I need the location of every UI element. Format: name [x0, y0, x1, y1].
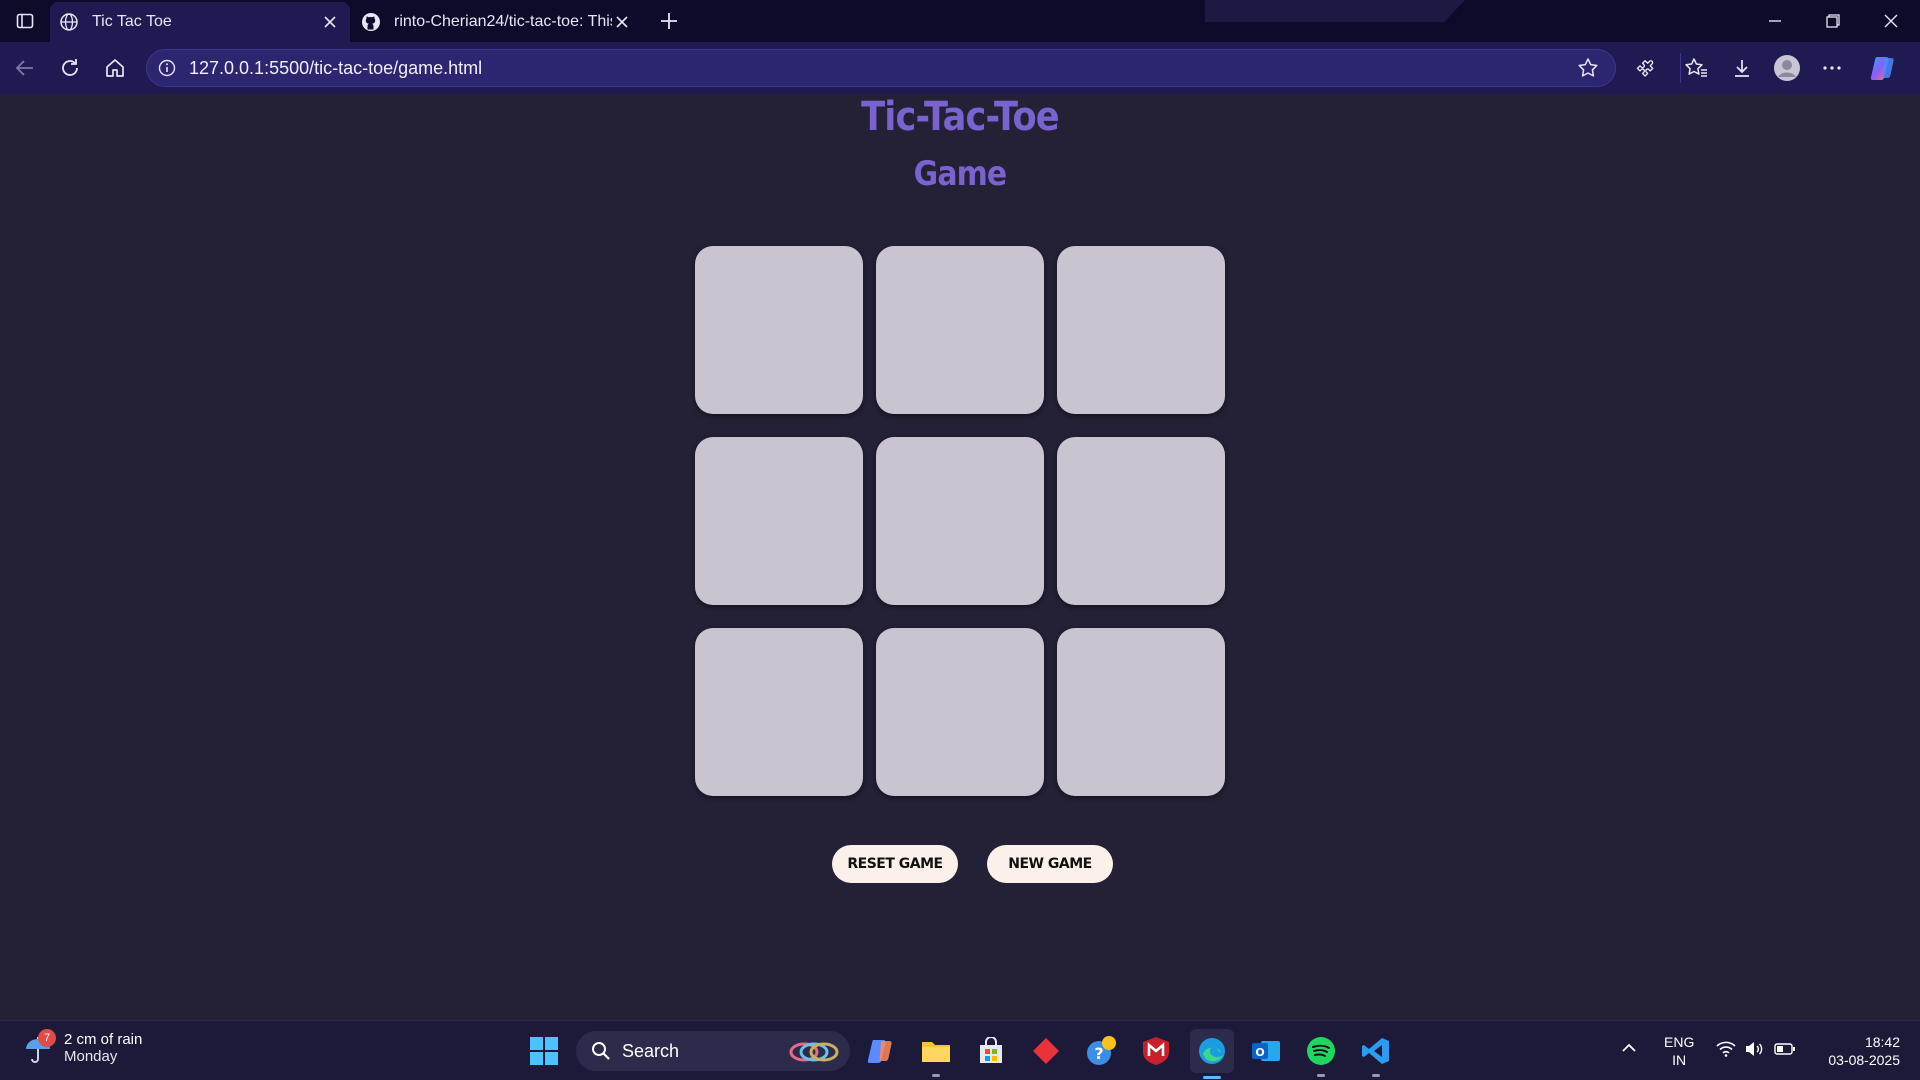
copilot-icon[interactable] — [1868, 53, 1898, 83]
close-window-icon[interactable] — [1876, 6, 1906, 36]
restore-icon[interactable] — [1818, 6, 1848, 36]
tab-tic-tac-toe[interactable]: Tic Tac Toe — [50, 2, 350, 42]
home-icon[interactable] — [100, 53, 130, 83]
board-cell-2[interactable] — [876, 246, 1044, 414]
outlook-icon[interactable]: O — [1246, 1031, 1286, 1071]
browser-titlebar: Tic Tac Toe rinto-Cherian24/tic-tac-toe:… — [0, 0, 1920, 42]
close-tab-icon[interactable] — [612, 12, 632, 32]
globe-icon — [58, 11, 80, 33]
profile-avatar-icon[interactable] — [1772, 53, 1802, 83]
favorites-icon[interactable] — [1680, 53, 1710, 83]
tab-title: Tic Tac Toe — [92, 13, 172, 30]
game-board — [695, 246, 1225, 806]
spotify-icon[interactable] — [1301, 1031, 1341, 1077]
taskbar-clock[interactable]: 18:42 03-08-2025 — [1816, 1033, 1900, 1069]
battery-icon[interactable] — [1774, 1041, 1796, 1060]
weather-widget[interactable]: 7 2 cm of rain Monday — [22, 1029, 143, 1065]
weather-badge: 7 — [38, 1029, 56, 1047]
search-icon — [590, 1040, 612, 1062]
address-bar[interactable]: 127.0.0.1:5500/tic-tac-toe/game.html — [146, 49, 1616, 87]
active-app-indicator — [1203, 1076, 1221, 1079]
language-indicator[interactable]: ENG IN — [1664, 1033, 1694, 1069]
weather-day: Monday — [64, 1048, 118, 1065]
site-info-icon[interactable] — [157, 58, 177, 78]
mcafee-icon[interactable] — [1136, 1031, 1176, 1071]
board-cell-7[interactable] — [695, 628, 863, 796]
edge-browser-icon[interactable] — [1190, 1029, 1234, 1079]
board-cell-1[interactable] — [695, 246, 863, 414]
page-title: Tic-Tac-Toe — [861, 94, 1060, 140]
running-indicator — [1372, 1074, 1380, 1077]
board-cell-9[interactable] — [1057, 628, 1225, 796]
browser-toolbar: 127.0.0.1:5500/tic-tac-toe/game.html — [0, 42, 1920, 94]
close-tab-icon[interactable] — [320, 12, 340, 32]
weather-summary: 2 cm of rain — [64, 1031, 143, 1048]
page-subtitle: Game — [913, 154, 1008, 194]
minimize-icon[interactable] — [1760, 6, 1790, 36]
favorite-star-icon[interactable] — [1575, 55, 1601, 81]
tab-github-repo[interactable]: rinto-Cherian24/tic-tac-toe: This i — [352, 2, 642, 42]
language-code: ENG — [1664, 1034, 1695, 1050]
more-options-icon[interactable] — [1817, 53, 1847, 83]
new-tab-icon[interactable] — [656, 8, 682, 34]
board-cell-3[interactable] — [1057, 246, 1225, 414]
get-help-icon[interactable]: ? — [1081, 1031, 1121, 1071]
reload-icon[interactable] — [55, 53, 85, 83]
tab-title: rinto-Cherian24/tic-tac-toe: This i — [394, 13, 612, 30]
svg-text:?: ? — [1094, 1044, 1103, 1063]
new-game-button[interactable]: NEW GAME — [987, 845, 1113, 883]
titlebar-drag-area — [1205, 0, 1465, 22]
extensions-icon[interactable] — [1632, 53, 1662, 83]
git-app-icon[interactable] — [1026, 1031, 1066, 1071]
download-icon[interactable] — [1727, 53, 1757, 83]
search-placeholder: Search — [622, 1040, 680, 1061]
svg-text:O: O — [1255, 1046, 1264, 1059]
vscode-icon[interactable] — [1356, 1031, 1396, 1077]
windows-taskbar: 7 2 cm of rain Monday Search ? O ENG IN … — [0, 1020, 1920, 1080]
show-hidden-icons-chevron-up-icon[interactable] — [1620, 1039, 1638, 1060]
search-highlight-icon — [788, 1040, 840, 1064]
clock-date: 03-08-2025 — [1828, 1052, 1900, 1068]
reset-game-button[interactable]: RESET GAME — [832, 845, 958, 883]
language-region: IN — [1672, 1052, 1687, 1068]
file-explorer-icon[interactable] — [916, 1031, 956, 1077]
wifi-icon[interactable] — [1716, 1041, 1736, 1060]
back-icon[interactable] — [10, 53, 40, 83]
taskbar-search[interactable]: Search — [576, 1031, 850, 1071]
board-cell-6[interactable] — [1057, 437, 1225, 605]
running-indicator — [932, 1074, 940, 1077]
url-text: 127.0.0.1:5500/tic-tac-toe/game.html — [189, 57, 483, 78]
running-indicator — [1317, 1074, 1325, 1077]
tab-actions-icon[interactable] — [14, 10, 36, 32]
clock-time: 18:42 — [1864, 1034, 1900, 1050]
umbrella-rain-icon: 7 — [22, 1029, 56, 1065]
microsoft-store-icon[interactable] — [971, 1031, 1011, 1071]
windows-start-icon[interactable] — [524, 1031, 564, 1071]
github-icon — [360, 11, 382, 33]
volume-icon[interactable] — [1744, 1041, 1764, 1060]
game-page: Tic-Tac-Toe Game RESET GAME NEW GAME — [0, 94, 1920, 1020]
copilot-app-icon[interactable] — [860, 1031, 900, 1071]
board-cell-5[interactable] — [876, 437, 1044, 605]
board-cell-8[interactable] — [876, 628, 1044, 796]
board-cell-4[interactable] — [695, 437, 863, 605]
